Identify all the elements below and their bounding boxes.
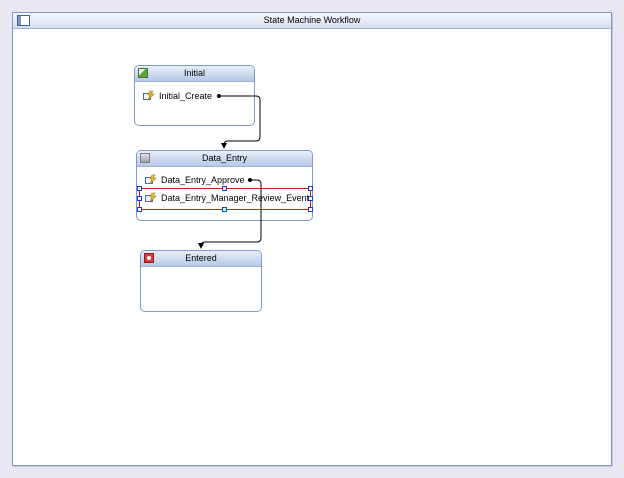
event-driven-icon	[145, 192, 157, 203]
event-driven-icon	[143, 90, 155, 101]
state-entered-header[interactable]: Entered	[141, 251, 261, 267]
state-entered-title: Entered	[185, 253, 217, 263]
resize-handle[interactable]	[137, 207, 142, 212]
state-initial-header[interactable]: Initial	[135, 66, 254, 82]
event-data-entry-approve[interactable]: Data_Entry_Approve	[145, 173, 245, 187]
state-data-entry-header[interactable]: Data_Entry	[137, 151, 312, 167]
state-data-entry-title: Data_Entry	[201, 153, 248, 163]
resize-handle[interactable]	[137, 186, 142, 191]
event-label: Data_Entry_Manager_Review_Event	[161, 193, 310, 203]
resize-handle[interactable]	[137, 196, 142, 201]
event-data-entry-manager-review[interactable]: Data_Entry_Manager_Review_Event	[145, 191, 309, 205]
workflow-designer-window: State Machine Workflow Initial Initial_C…	[0, 0, 624, 478]
state-initial-title: Initial	[183, 68, 205, 78]
event-label: Initial_Create	[159, 91, 213, 101]
event-initial-create[interactable]: Initial_Create	[143, 89, 223, 103]
designer-header: State Machine Workflow	[13, 13, 611, 29]
resize-handle[interactable]	[308, 207, 313, 212]
designer-canvas[interactable]: State Machine Workflow	[12, 12, 612, 466]
state-entered[interactable]: Entered	[140, 250, 262, 312]
event-driven-icon	[145, 174, 157, 185]
resize-handle[interactable]	[222, 207, 227, 212]
designer-title: State Machine Workflow	[263, 15, 361, 25]
event-label: Data_Entry_Approve	[161, 175, 245, 185]
